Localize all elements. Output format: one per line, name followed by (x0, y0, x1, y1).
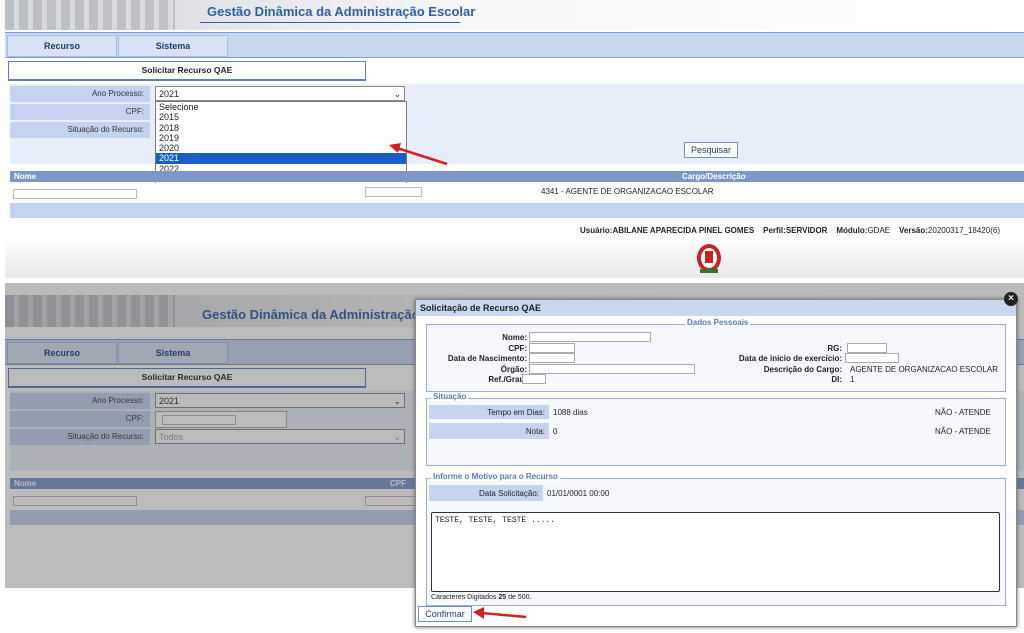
annotation-arrow-bottom (473, 607, 527, 619)
nota-status: NÃO - ATENDE (935, 427, 991, 436)
status-bar: Usuário:ABILANE APARECIDA PINEL GOMES Pe… (580, 226, 1000, 235)
rg-field (847, 343, 887, 353)
status-versao: 20200317_18420(6) (927, 226, 1000, 235)
chars-prefix: Caracteres Digitados (431, 594, 497, 601)
chars-count: 25 (498, 594, 507, 601)
nasc-field (529, 353, 575, 363)
results-footer (10, 203, 1024, 218)
rg-label: RG: (827, 344, 842, 353)
ano-option[interactable]: 2015 (156, 112, 406, 122)
situacao-label: Situação do Recurso: (10, 122, 150, 138)
nome-field (529, 332, 651, 342)
chars-counter: Caracteres Digitados 25 de 500. (431, 594, 531, 601)
ano-option[interactable]: 2018 (156, 123, 406, 133)
results-header: Nome Cargo/Descrição (10, 171, 1024, 182)
dados-pessoais-fieldset: Dados Pessoais Nome: CPF: Data de Nascim… (426, 318, 1006, 392)
title-underline (200, 22, 460, 23)
cpf-redacted (365, 187, 422, 197)
building-image (5, 0, 175, 30)
cpf-label: CPF: (10, 104, 150, 120)
nota-label: Nota: (525, 427, 545, 436)
status-modulo: GDAE (867, 226, 891, 235)
di-label: DI: (831, 375, 842, 384)
nasc-label: Data de Nascimento: (447, 354, 527, 363)
tab-solicitar-recurso[interactable]: Solicitar Recurso QAE (8, 61, 366, 81)
di-value: 1 (850, 375, 855, 384)
motivo-fieldset: Informe o Motivo para o Recurso Data Sol… (426, 472, 1006, 606)
menu-bar: Recurso Sistema (5, 32, 1024, 58)
motivo-text: TESTE, TESTE, TESTE ..... (435, 516, 556, 525)
menu-recurso[interactable]: Recurso (7, 35, 117, 57)
ref-field (522, 374, 546, 384)
cargo-label: Descrição do Cargo: (763, 365, 842, 374)
situacao-fieldset: Situação Tempo em Dias: 1088 dias NÃO - … (426, 392, 1006, 466)
tempo-value: 1088 dias (553, 408, 588, 417)
ano-select-value: 2021 (159, 89, 180, 99)
menu-sistema[interactable]: Sistema (118, 35, 228, 57)
nome-label: Nome: (502, 333, 527, 342)
tempo-status: NÃO - ATENDE (935, 408, 991, 417)
confirmar-button[interactable]: Confirmar (418, 606, 472, 622)
ano-option[interactable]: 2020 (156, 143, 406, 153)
row-cargo: 4341 - AGENTE DE ORGANIZACAO ESCOLAR (541, 187, 714, 196)
data-value: 01/01/0001 00:00 (547, 489, 610, 498)
nome-redacted (13, 189, 137, 199)
results-row[interactable]: 4341 - AGENTE DE ORGANIZACAO ESCOLAR (10, 183, 1024, 203)
dados-pessoais-legend: Dados Pessoais (685, 318, 751, 327)
app-title: Gestão Dinâmica da Administração Escolar (207, 4, 476, 19)
footer-band (5, 236, 1024, 278)
chevron-down-icon: ⌄ (393, 89, 401, 99)
ano-select[interactable]: 2021 ⌄ (155, 86, 405, 101)
orgao-label: Órgão: (500, 365, 527, 374)
nota-value: 0 (553, 427, 558, 436)
modal-solicitacao: Solicitação de Recurso QAE Dados Pessoai… (415, 299, 1017, 627)
cpf-field (529, 343, 575, 353)
inicio-field (845, 353, 899, 363)
chars-suffix: de 500. (508, 594, 532, 601)
close-icon[interactable]: × (1004, 292, 1018, 306)
cpf-label: CPF: (508, 344, 527, 353)
status-perfil: SERVIDOR (785, 226, 828, 235)
tempo-label: Tempo em Dias: (487, 408, 545, 417)
status-usuario: ABILANE APARECIDA PINEL GOMES (612, 226, 755, 235)
motivo-legend: Informe o Motivo para o Recurso (431, 472, 560, 481)
annotation-arrow-top (389, 143, 448, 166)
inicio-label: Data de início de exercício: (738, 354, 842, 363)
col-nome: Nome (14, 172, 37, 181)
ano-option-selected[interactable]: 2021 (156, 153, 406, 164)
cargo-value: AGENTE DE ORGANIZACAO ESCOLAR (850, 365, 999, 374)
data-label: Data Solicitação: (478, 489, 539, 498)
top-banner: Gestão Dinâmica da Administração Escolar (5, 0, 1024, 30)
col-cargo: Cargo/Descrição (682, 172, 746, 181)
ref-label: Ref./Grau: (488, 375, 527, 384)
modal-title: Solicitação de Recurso QAE (416, 300, 1016, 316)
ano-option[interactable]: Selecione (156, 102, 406, 112)
ano-option[interactable]: 2019 (156, 133, 406, 143)
ano-label: Ano Processo: (10, 86, 150, 102)
pesquisar-button[interactable]: Pesquisar (684, 142, 738, 158)
situacao-legend: Situação (431, 392, 469, 401)
orgao-field (529, 364, 695, 374)
motivo-textarea[interactable]: TESTE, TESTE, TESTE ..... (431, 512, 1000, 592)
state-seal-icon (697, 244, 721, 273)
